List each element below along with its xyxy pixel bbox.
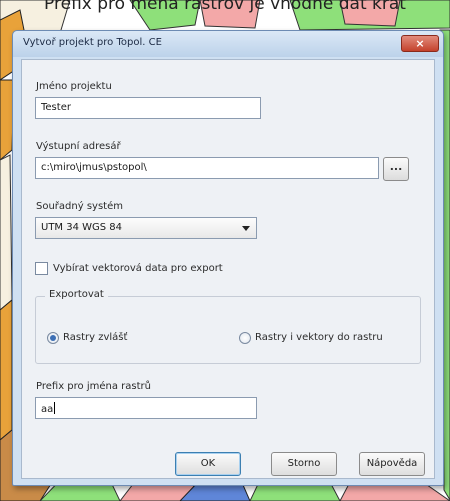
close-button[interactable]: × [401,35,439,52]
radio-rasters-and-vectors-label[interactable]: Rastry i vektory do rastru [255,332,383,343]
output-address-label: Výstupní adresář [36,141,121,152]
title-bar[interactable]: Vytvoř projekt pro Topol. CE × [13,31,443,57]
vector-export-checkbox[interactable] [35,262,48,275]
project-name-label: Jméno projektu [36,81,112,92]
vector-export-label[interactable]: Vybírat vektorová data pro export [53,263,223,274]
radio-rasters-separately[interactable] [47,332,59,344]
cancel-button[interactable]: Storno [271,452,337,476]
export-group [35,296,421,364]
coordinate-system-value: UTM 34 WGS 84 [41,222,123,233]
raster-prefix-input[interactable]: aa [35,397,257,419]
output-address-value: c:\miro\jmus\pstopol\ [41,162,147,173]
create-project-dialog: Vytvoř projekt pro Topol. CE × Jméno pro… [12,30,444,486]
text-caret [54,402,56,414]
ok-button[interactable]: OK [175,452,241,476]
raster-prefix-value: aa [41,404,54,415]
radio-rasters-and-vectors[interactable] [239,332,251,344]
dialog-title: Vytvoř projekt pro Topol. CE [23,37,162,48]
radio-rasters-separately-label[interactable]: Rastry zvlášť [63,332,127,343]
coordinate-system-label: Souřadný systém [36,201,123,212]
export-group-legend: Exportovat [45,289,108,300]
help-button[interactable]: Nápověda [359,452,425,476]
project-name-input[interactable]: Tester [35,97,261,119]
caption-text: Prefix pro měna rastrov je vhodné dát kr… [44,0,406,14]
close-icon: × [415,37,425,50]
ellipsis-icon: ... [389,160,403,173]
project-name-value: Tester [41,102,71,113]
browse-button[interactable]: ... [383,157,409,181]
chevron-down-icon [242,226,250,231]
output-address-input[interactable]: c:\miro\jmus\pstopol\ [35,157,379,179]
raster-prefix-label: Prefix pro jména rastrů [36,381,151,392]
coordinate-system-select[interactable]: UTM 34 WGS 84 [35,217,257,239]
